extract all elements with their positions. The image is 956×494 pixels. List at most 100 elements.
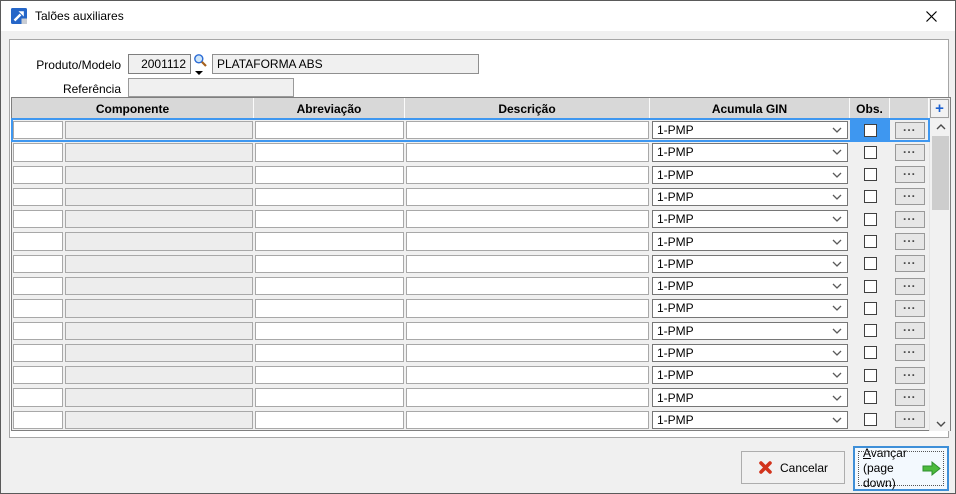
descricao-cell[interactable] [406, 210, 649, 229]
row-detail-button[interactable]: ... [894, 121, 925, 139]
descricao-cell[interactable] [406, 187, 649, 207]
row-code-cell[interactable] [13, 299, 63, 318]
row-detail-button[interactable]: ... [894, 143, 925, 161]
obs-checkbox[interactable] [863, 190, 877, 204]
obs-checkbox[interactable] [863, 257, 877, 271]
acumula-gin-select[interactable]: 1-PMP [652, 121, 848, 140]
abreviacao-cell[interactable] [255, 343, 404, 363]
obs-checkbox[interactable] [863, 324, 877, 338]
componente-cell[interactable] [65, 210, 253, 229]
acumula-gin-select[interactable]: 1-PMP [652, 232, 848, 251]
row-code-cell[interactable] [13, 121, 63, 140]
componente-cell[interactable] [65, 410, 253, 429]
acumula-gin-select[interactable]: 1-PMP [652, 210, 848, 229]
acumula-gin-select[interactable]: 1-PMP [652, 143, 848, 162]
row-code-cell[interactable] [13, 165, 63, 184]
row-detail-button[interactable]: ... [894, 299, 925, 317]
obs-checkbox[interactable] [863, 145, 877, 159]
obs-checkbox[interactable] [863, 368, 877, 382]
column-header-componente[interactable]: Componente [12, 98, 254, 119]
row-detail-button[interactable]: ... [894, 187, 925, 206]
referencia-field[interactable] [128, 78, 294, 97]
acumula-gin-select[interactable]: 1-PMP [652, 299, 848, 318]
abreviacao-cell[interactable] [255, 187, 404, 207]
abreviacao-cell[interactable] [255, 366, 404, 385]
acumula-gin-select[interactable]: 1-PMP [652, 276, 848, 296]
descricao-cell[interactable] [406, 254, 649, 273]
produto-name-field[interactable]: PLATAFORMA ABS [212, 54, 479, 74]
abreviacao-cell[interactable] [255, 165, 404, 184]
row-code-cell[interactable] [13, 366, 63, 385]
column-header-acumula-gin[interactable]: Acumula GIN [650, 98, 850, 119]
row-detail-button[interactable]: ... [894, 210, 925, 228]
abreviacao-cell[interactable] [255, 388, 404, 407]
componente-cell[interactable] [65, 143, 253, 162]
row-code-cell[interactable] [13, 343, 63, 363]
componente-cell[interactable] [65, 321, 253, 340]
scroll-up-button[interactable] [930, 119, 951, 134]
advance-button[interactable]: Avançar (page down) [853, 446, 949, 491]
column-header-obs[interactable]: Obs. [850, 98, 890, 119]
obs-checkbox[interactable] [863, 413, 877, 427]
obs-checkbox[interactable] [863, 168, 877, 182]
abreviacao-cell[interactable] [255, 210, 404, 229]
row-code-cell[interactable] [13, 254, 63, 273]
abreviacao-cell[interactable] [255, 121, 404, 140]
acumula-gin-select[interactable]: 1-PMP [652, 388, 848, 407]
descricao-cell[interactable] [406, 143, 649, 162]
abreviacao-cell[interactable] [255, 299, 404, 318]
componente-cell[interactable] [65, 343, 253, 363]
componente-cell[interactable] [65, 388, 253, 407]
abreviacao-cell[interactable] [255, 254, 404, 273]
obs-checkbox[interactable] [863, 301, 877, 315]
row-detail-button[interactable]: ... [894, 366, 925, 384]
close-button[interactable] [911, 1, 951, 31]
lookup-dropdown-icon[interactable] [195, 71, 203, 75]
descricao-cell[interactable] [406, 232, 649, 251]
acumula-gin-select[interactable]: 1-PMP [652, 321, 848, 340]
row-code-cell[interactable] [13, 232, 63, 251]
obs-checkbox[interactable] [863, 346, 877, 360]
add-row-button[interactable]: + [930, 99, 949, 118]
componente-cell[interactable] [65, 187, 253, 207]
componente-cell[interactable] [65, 366, 253, 385]
obs-checkbox[interactable] [863, 123, 877, 137]
row-code-cell[interactable] [13, 321, 63, 340]
descricao-cell[interactable] [406, 388, 649, 407]
abreviacao-cell[interactable] [255, 276, 404, 296]
row-detail-button[interactable]: ... [894, 232, 925, 251]
acumula-gin-select[interactable]: 1-PMP [652, 366, 848, 385]
row-detail-button[interactable]: ... [894, 277, 925, 295]
row-code-cell[interactable] [13, 143, 63, 162]
produto-code-field[interactable]: 2001112 [128, 54, 191, 74]
obs-checkbox[interactable] [863, 391, 877, 405]
componente-cell[interactable] [65, 254, 253, 273]
acumula-gin-select[interactable]: 1-PMP [652, 410, 848, 429]
scrollbar-thumb[interactable] [932, 136, 949, 210]
row-detail-button[interactable]: ... [894, 165, 925, 184]
acumula-gin-select[interactable]: 1-PMP [652, 254, 848, 273]
row-detail-button[interactable]: ... [894, 410, 925, 429]
obs-checkbox[interactable] [863, 212, 877, 226]
descricao-cell[interactable] [406, 121, 649, 140]
acumula-gin-select[interactable]: 1-PMP [652, 165, 848, 184]
scroll-down-button[interactable] [930, 416, 951, 431]
abreviacao-cell[interactable] [255, 410, 404, 429]
descricao-cell[interactable] [406, 321, 649, 340]
column-header-descricao[interactable]: Descrição [405, 98, 650, 119]
abreviacao-cell[interactable] [255, 321, 404, 340]
abreviacao-cell[interactable] [255, 232, 404, 251]
componente-cell[interactable] [65, 299, 253, 318]
cancel-button[interactable]: Cancelar [741, 451, 845, 484]
row-code-cell[interactable] [13, 388, 63, 407]
row-detail-button[interactable]: ... [894, 321, 925, 340]
descricao-cell[interactable] [406, 343, 649, 363]
descricao-cell[interactable] [406, 165, 649, 184]
search-icon[interactable] [193, 53, 208, 68]
componente-cell[interactable] [65, 276, 253, 296]
componente-cell[interactable] [65, 121, 253, 140]
descricao-cell[interactable] [406, 410, 649, 429]
componente-cell[interactable] [65, 232, 253, 251]
row-detail-button[interactable]: ... [894, 254, 925, 273]
obs-checkbox[interactable] [863, 279, 877, 293]
